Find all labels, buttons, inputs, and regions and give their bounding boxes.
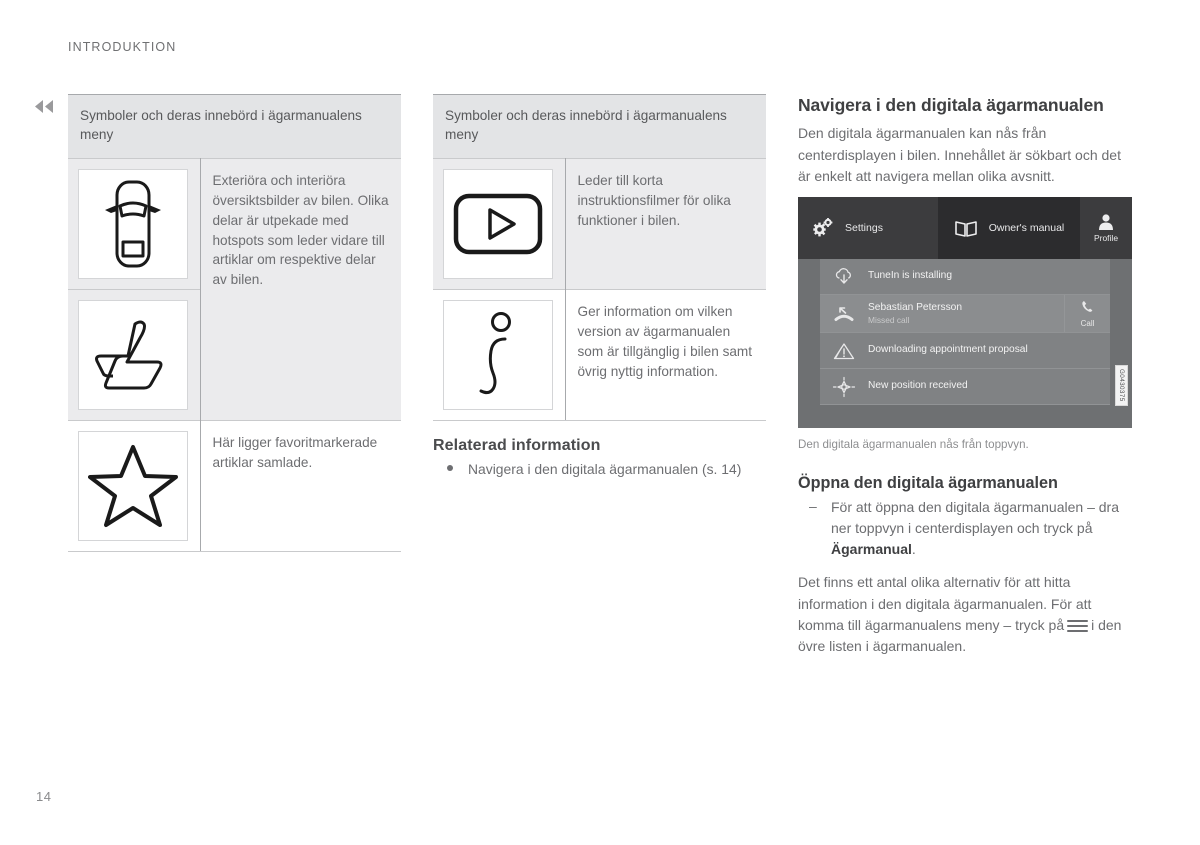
icon-cell	[433, 288, 566, 421]
notification-text: Downloading appointment proposal	[868, 344, 1110, 356]
icon-cell	[68, 288, 201, 421]
notification-text: Sebastian Petersson Missed call	[868, 302, 1064, 325]
topbar-item-settings[interactable]: Settings	[798, 197, 938, 259]
compass-crosshair-icon	[820, 376, 868, 398]
related-information-heading: Relaterad information	[433, 436, 601, 454]
table-row: Här ligger favoritmarkerade artiklar sam…	[68, 419, 401, 552]
figure-caption: Den digitala ägarmanualen nås från toppv…	[798, 438, 1029, 452]
notification-subtitle: Missed call	[868, 314, 910, 325]
table-row: Exteriöra och interiöra översiktsbilder …	[68, 157, 401, 421]
dash-bullet: –	[809, 498, 817, 515]
icon-cell	[68, 157, 201, 290]
instruction-step: – För att öppna den digitala ägarmanualen…	[798, 497, 1132, 560]
page-number: 14	[36, 789, 52, 804]
related-information-list: Navigera i den digitala ägarmanualen (s.…	[433, 459, 766, 479]
description-cell: Exteriöra och interiöra översiktsbilder …	[200, 157, 401, 421]
body-text-a: Det finns ett antal olika alternativ för…	[798, 574, 1092, 612]
section-subheading: Öppna den digitala ägarmanualen	[798, 474, 1058, 493]
figure-infotainment: Settings Owner's manual Profile TuneIn i…	[798, 197, 1132, 429]
hamburger-menu-icon	[1067, 620, 1089, 632]
notification-title: New position received	[868, 380, 968, 392]
info-i-icon	[443, 299, 553, 410]
notification-row[interactable]: TuneIn is installing	[820, 259, 1110, 296]
description-cell: Leder till korta instruktionsfilmer för …	[565, 157, 766, 290]
open-book-icon	[954, 219, 978, 238]
notification-row[interactable]: Sebastian Petersson Missed call Call	[820, 295, 1110, 334]
body-text-b-start: komma till ägarmanualens meny – tryck på	[798, 617, 1065, 633]
manual-page: INTRODUKTION 14 Symboler och deras inneb…	[0, 0, 1200, 845]
cloud-download-icon	[820, 267, 868, 286]
table-caption: Symboler och deras innebörd i ägarmanual…	[433, 94, 766, 159]
icon-cell	[68, 419, 201, 552]
notification-action-label: Call	[1080, 318, 1095, 328]
notification-title: Downloading appointment proposal	[868, 344, 1028, 356]
table-caption-row: Symboler och deras innebörd i ägarmanual…	[433, 94, 766, 159]
missed-call-icon	[820, 304, 868, 324]
screen-topbar: Settings Owner's manual Profile	[798, 197, 1132, 260]
notification-row[interactable]: New position received	[820, 369, 1110, 406]
gears-icon	[812, 218, 834, 238]
body-paragraph-a: Det finns ett antal olika alternativ för…	[798, 572, 1132, 657]
description-cell: Här ligger favoritmarkerade artiklar sam…	[200, 419, 401, 552]
person-icon	[1097, 213, 1115, 231]
notification-title: TuneIn is installing	[868, 270, 952, 282]
notification-row[interactable]: Downloading appointment proposal	[820, 333, 1110, 370]
instruction-step-bold: Ägarmanual	[831, 541, 912, 558]
running-header: INTRODUKTION	[68, 40, 177, 54]
topbar-item-owners-manual[interactable]: Owner's manual	[938, 197, 1080, 260]
car-seat-icon	[78, 299, 188, 410]
list-item[interactable]: Navigera i den digitala ägarmanualen (s.…	[433, 459, 766, 479]
icon-cell	[433, 157, 566, 290]
phone-icon	[1081, 300, 1094, 318]
notification-text: New position received	[868, 380, 1110, 392]
car-top-view-icon	[78, 168, 188, 279]
figure-reference-code: G0430375	[1115, 365, 1128, 406]
notification-title: Sebastian Petersson	[868, 302, 963, 314]
notification-text: TuneIn is installing	[868, 270, 1110, 282]
double-chevron-left-icon	[32, 96, 56, 116]
topbar-label-profile: Profile	[1093, 233, 1119, 244]
column-2: Symboler och deras innebörd i ägarmanual…	[433, 94, 766, 481]
bullet-icon	[447, 464, 453, 471]
center-display-screenshot: Settings Owner's manual Profile TuneIn i…	[798, 197, 1132, 429]
table-row: Ger information om vilken version av äga…	[433, 288, 766, 421]
column-3: Navigera i den digitala ägarmanualen Den…	[798, 94, 1132, 668]
table-caption-row: Symboler och deras innebörd i ägarmanual…	[68, 94, 401, 159]
page-title: Navigera i den digitala ägarmanualen	[798, 95, 1104, 115]
topbar-label-owners-manual: Owner's manual	[988, 222, 1065, 235]
notification-action-call[interactable]: Call	[1064, 295, 1110, 333]
symbol-table-1: Symboler och deras innebörd i ägarmanual…	[68, 94, 401, 552]
notification-panel: TuneIn is installing Sebastian Petersson	[820, 259, 1110, 406]
description-cell: Ger information om vilken version av äga…	[565, 288, 766, 421]
warning-triangle-icon	[820, 341, 868, 361]
instruction-step-text: För att öppna den digitala ägarmanualen …	[831, 499, 1119, 537]
table-caption: Symboler och deras innebörd i ägarmanual…	[68, 94, 401, 159]
play-video-icon	[443, 168, 553, 279]
topbar-label-settings: Settings	[845, 222, 883, 235]
intro-paragraph: Den digitala ägarmanualen kan nås från c…	[798, 125, 1121, 184]
related-link-label: Navigera i den digitala ägarmanualen (s.…	[468, 460, 742, 477]
star-icon	[78, 430, 188, 541]
symbol-table-2: Symboler och deras innebörd i ägarmanual…	[433, 94, 766, 421]
table-row: Leder till korta instruktionsfilmer för …	[433, 157, 766, 290]
instruction-step-suffix: .	[911, 541, 916, 558]
topbar-item-profile[interactable]: Profile	[1080, 197, 1132, 259]
column-1: Symboler och deras innebörd i ägarmanual…	[68, 94, 401, 552]
